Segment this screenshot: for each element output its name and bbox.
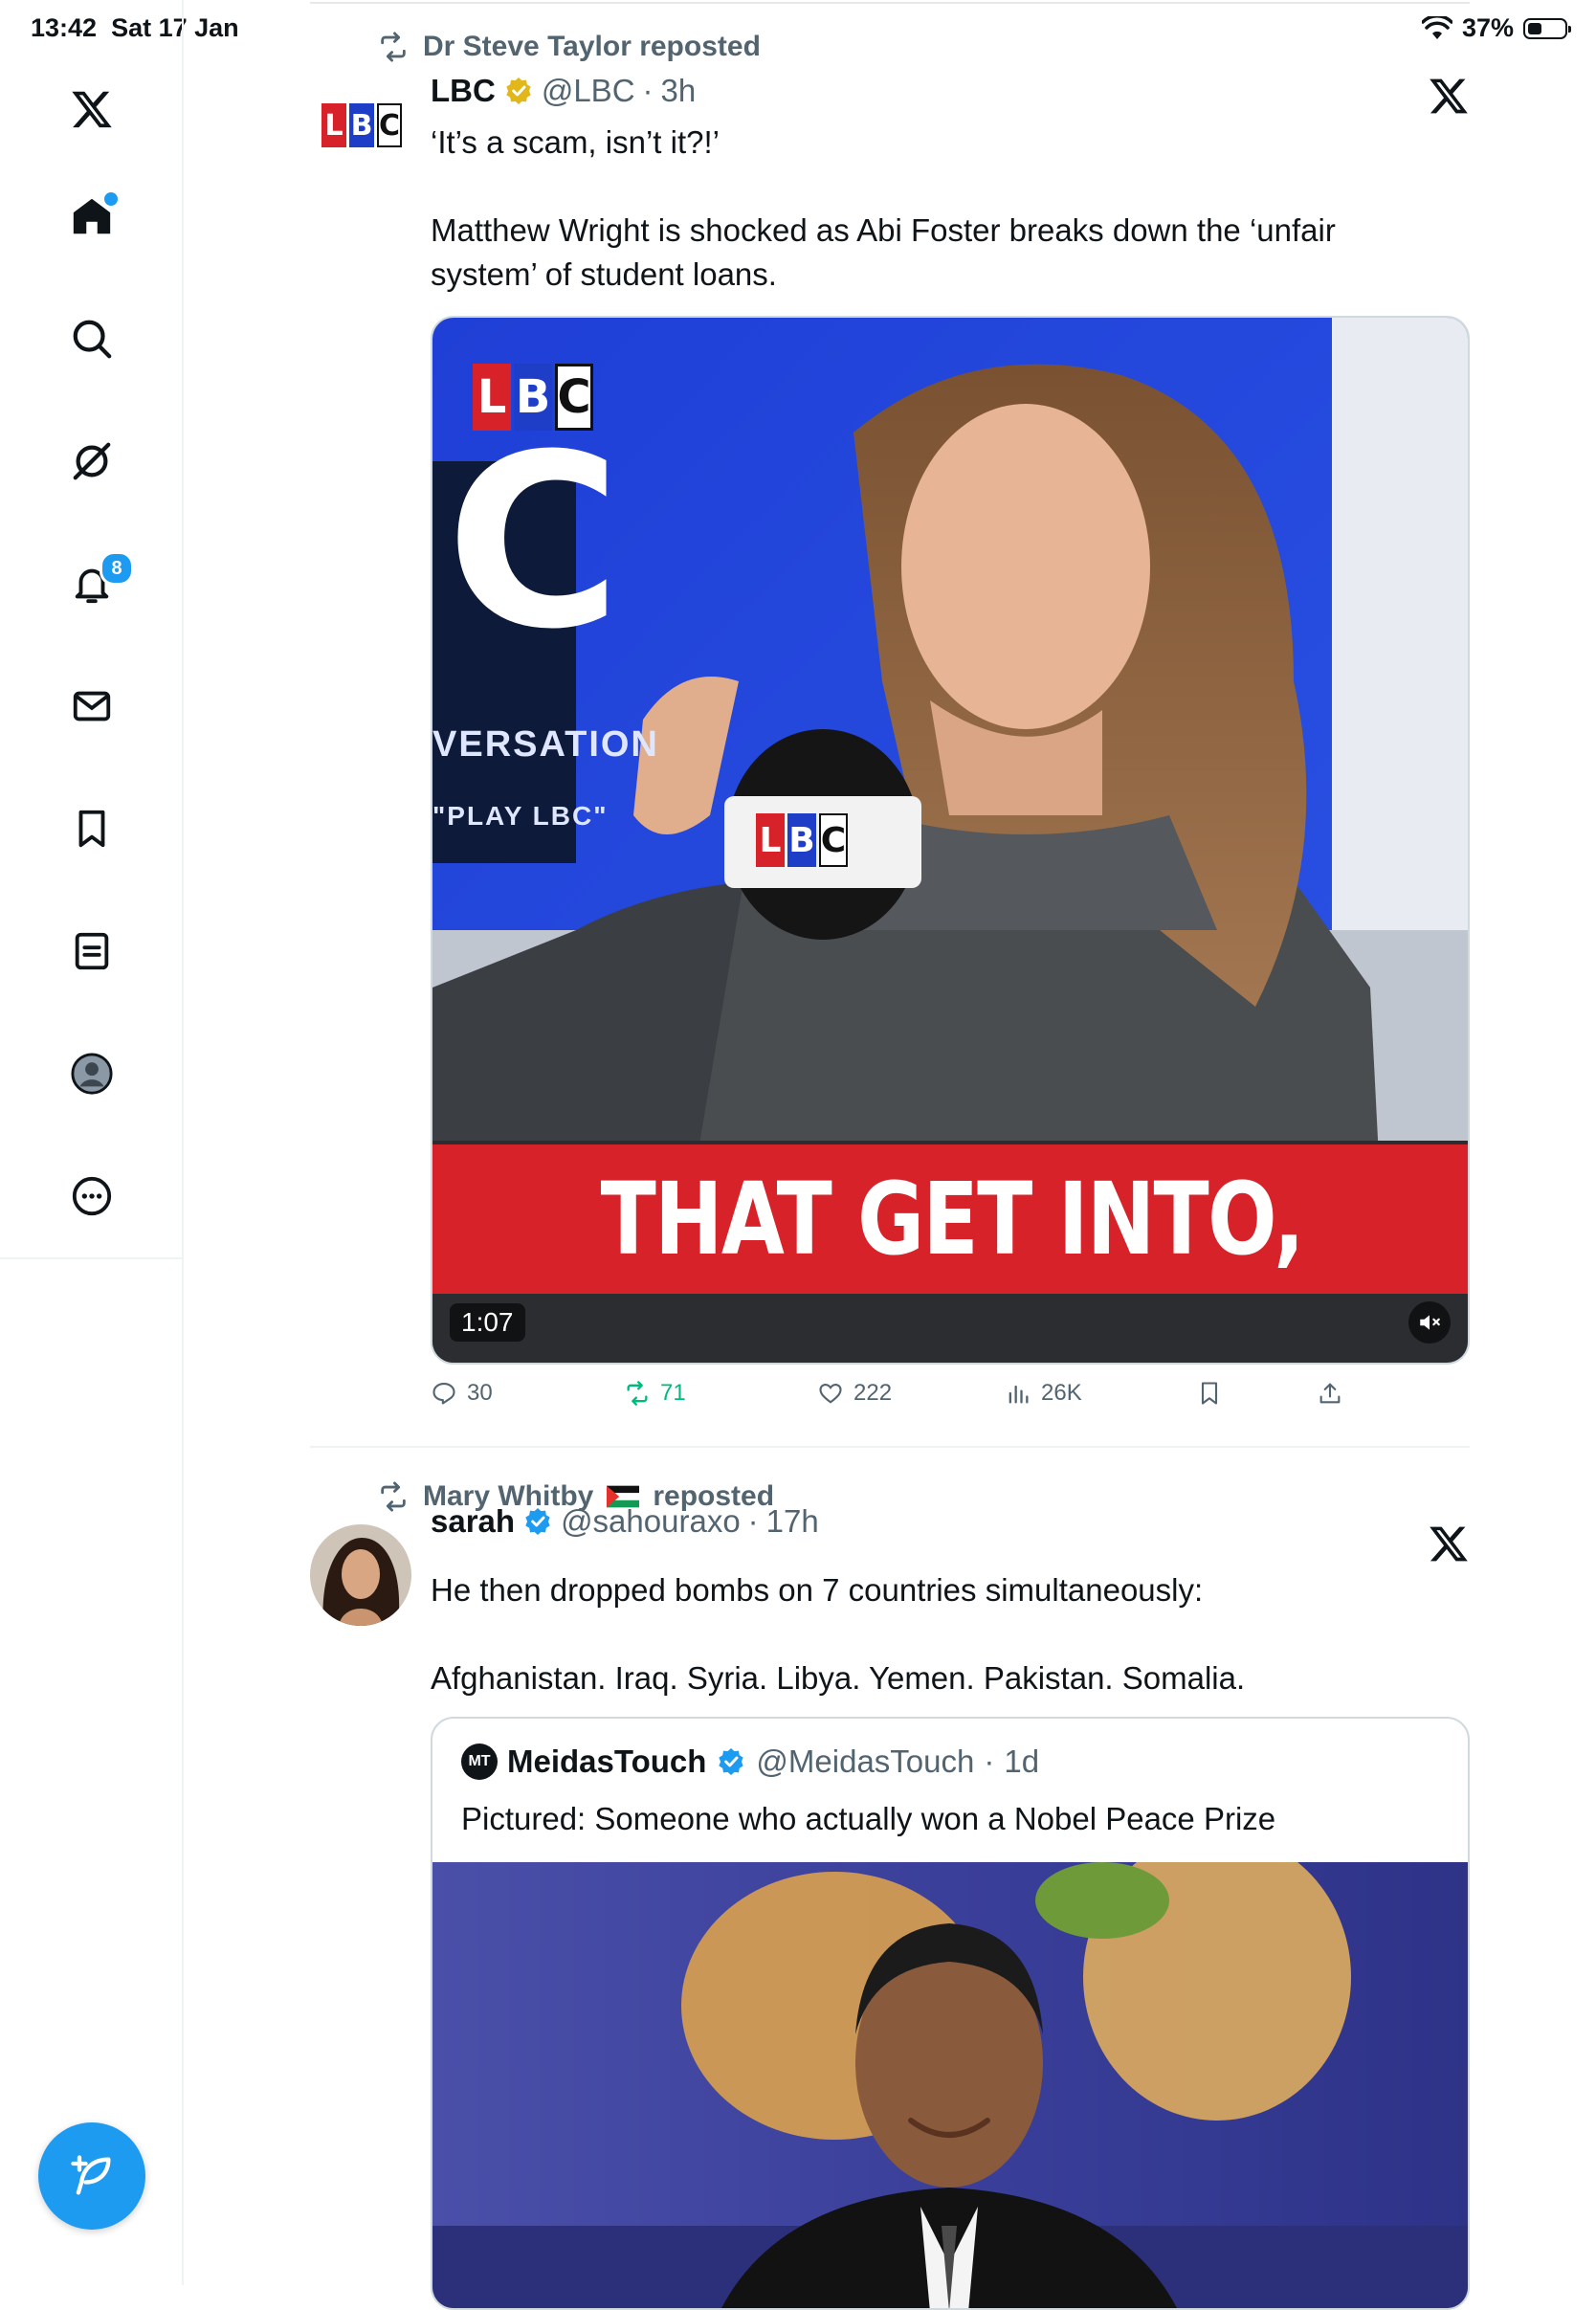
quoted-tweet[interactable]: MT MeidasTouch @MeidasTouch · 1d Picture…: [431, 1717, 1470, 2310]
tweet-actions: 30 71 222 26K: [431, 1380, 1470, 1418]
tweet-sarah[interactable]: Mary Whitby reposted sarah @sahouraxo · …: [310, 1448, 1470, 2310]
sarah-avatar-image: [310, 1524, 411, 1626]
more-options-icon[interactable]: [57, 1162, 126, 1231]
quote-author-handle[interactable]: @MeidasTouch: [756, 1744, 974, 1780]
repost-indicator: Dr Steve Taylor reposted: [377, 31, 761, 63]
sarah-avatar[interactable]: [310, 1524, 411, 1626]
sidebar: 8: [0, 0, 184, 2285]
lists-icon[interactable]: [57, 917, 126, 986]
views-button[interactable]: 26K: [1005, 1380, 1082, 1407]
compose-post-button[interactable]: [38, 2122, 145, 2230]
tweet-text: ‘It’s a scam, isn’t it?!’ Matthew Wright…: [431, 124, 1336, 292]
muted-speaker-icon: [1420, 1315, 1440, 1330]
bookmark-icon: [1201, 1382, 1218, 1405]
author-handle[interactable]: @sahouraxo: [561, 1503, 741, 1540]
notifications-bell-icon[interactable]: 8: [57, 549, 134, 618]
heart-icon: [819, 1383, 842, 1404]
quote-author-name[interactable]: MeidasTouch: [507, 1744, 706, 1780]
notifications-badge: 8: [100, 551, 134, 586]
x-grok-icon[interactable]: [1428, 75, 1470, 117]
repost-icon: [627, 1381, 648, 1406]
quote-time[interactable]: 1d: [1004, 1744, 1039, 1780]
tweet-lbc[interactable]: Dr Steve Taylor reposted L B C LBC @LBC …: [310, 0, 1470, 1445]
video-caption-bar: THAT GET INTO,: [432, 1144, 1468, 1294]
separator-dot: ·: [747, 1503, 759, 1539]
view-count: 26K: [1041, 1380, 1082, 1406]
repost-count: 71: [660, 1380, 686, 1406]
search-icon[interactable]: [57, 304, 126, 373]
battery-icon: [1523, 17, 1571, 39]
tweet-video[interactable]: L B C C VERSATION "PLAY LBC" L B C THAT …: [431, 316, 1470, 1365]
repost-button[interactable]: 71: [624, 1380, 686, 1407]
lbc-avatar[interactable]: L B C: [321, 96, 402, 153]
video-duration: 1:07: [450, 1303, 525, 1342]
messages-envelope-icon[interactable]: [57, 672, 126, 741]
x-logo-icon[interactable]: [57, 75, 126, 144]
bookmark-button[interactable]: [1196, 1380, 1223, 1407]
reply-count: 30: [467, 1380, 493, 1406]
sidebar-divider: [0, 1257, 184, 1259]
repost-icon: [381, 1481, 406, 1512]
tweet-time[interactable]: 3h: [661, 73, 697, 109]
quote-text: Pictured: Someone who actually won a Nob…: [461, 1801, 1276, 1836]
video-caption: THAT GET INTO,: [600, 1161, 1305, 1277]
x-grok-icon[interactable]: [1428, 1522, 1470, 1565]
reply-button[interactable]: 30: [431, 1380, 493, 1407]
verified-blue-badge-icon: [525, 1508, 550, 1535]
tweet-header: LBC @LBC · 3h: [431, 73, 696, 109]
meidastouch-avatar[interactable]: MT: [461, 1744, 498, 1780]
tweet-header: sarah @sahouraxo · 17h: [431, 1503, 819, 1540]
grok-icon[interactable]: [57, 427, 126, 496]
verified-blue-badge-icon: [719, 1748, 744, 1775]
video-wall-text-1: VERSATION: [432, 724, 659, 765]
compose-feather-icon: [71, 2155, 111, 2195]
repost-label[interactable]: Dr Steve Taylor reposted: [423, 31, 761, 63]
video-big-letter: C: [446, 403, 622, 681]
mute-button[interactable]: [1408, 1301, 1451, 1344]
analytics-icon: [1009, 1385, 1029, 1404]
tweet-time[interactable]: 17h: [766, 1503, 819, 1540]
separator-dot: ·: [984, 1744, 995, 1779]
tweet-text: He then dropped bombs on 7 countries sim…: [431, 1572, 1246, 1696]
share-button[interactable]: [1317, 1380, 1343, 1407]
author-name[interactable]: LBC: [431, 73, 496, 109]
video-wall-text-2: "PLAY LBC": [432, 801, 609, 831]
like-button[interactable]: 222: [817, 1380, 892, 1407]
quote-photo[interactable]: [432, 1862, 1470, 2310]
author-name[interactable]: sarah: [431, 1503, 515, 1540]
separator-dot: ·: [642, 73, 654, 108]
battery-percent: 37%: [1461, 13, 1514, 42]
verified-gold-badge-icon: [506, 78, 531, 104]
share-icon: [1319, 1383, 1341, 1404]
author-handle[interactable]: @LBC: [542, 73, 635, 109]
repost-icon: [381, 32, 406, 62]
like-count: 222: [853, 1380, 893, 1406]
bookmark-icon[interactable]: [57, 794, 126, 863]
reply-icon: [432, 1383, 455, 1405]
home-unread-dot: [101, 189, 121, 209]
profile-avatar-icon[interactable]: [57, 1039, 126, 1108]
quote-header: MT MeidasTouch @MeidasTouch · 1d: [461, 1744, 1039, 1780]
microphone-lbc-logo: L B C: [756, 813, 848, 867]
home-icon[interactable]: [57, 182, 126, 251]
